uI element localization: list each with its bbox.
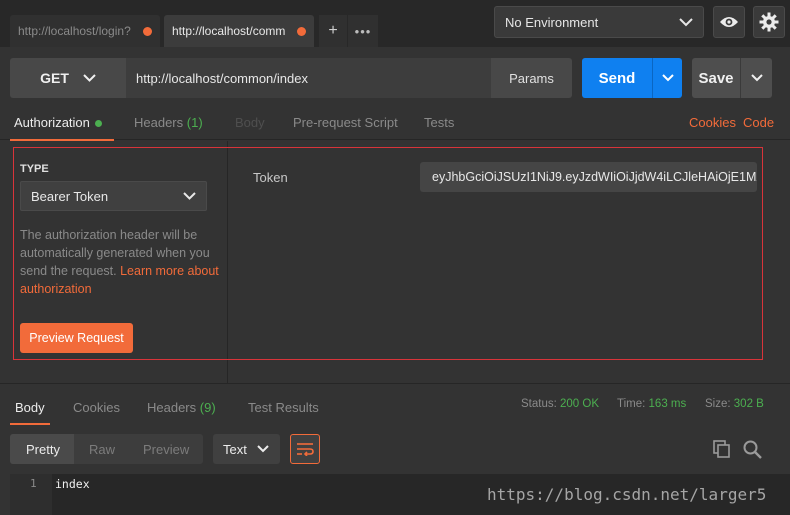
active-tab-indicator [10,423,50,425]
wrap-lines-button[interactable] [290,434,320,464]
code-link[interactable]: Code [743,115,774,130]
chevron-down-icon [257,445,269,453]
time-label: Time: [617,398,646,410]
unsaved-dot-icon [143,26,152,36]
token-label: Token [253,170,288,185]
more-tabs-button[interactable]: ••• [348,15,378,47]
size-value: 302 B [733,398,764,410]
request-tab-login[interactable]: http://localhost/login? [10,15,160,47]
response-headers-count: (9) [199,400,216,415]
response-tab-cookies[interactable]: Cookies [73,400,120,415]
request-tab-label: http://localhost/comm [172,24,286,38]
response-tab-body[interactable]: Body [15,400,45,415]
tab-headers-label: Headers [134,115,184,130]
environment-select-value: No Environment [505,14,599,30]
url-input[interactable]: http://localhost/common/index [126,58,492,98]
send-button[interactable]: Send [582,58,652,98]
new-tab-button[interactable]: + [319,15,347,47]
settings-button[interactable] [753,6,785,38]
tab-authorization-label: Authorization [14,115,90,130]
chevron-down-icon [83,74,96,82]
copy-icon[interactable] [713,440,731,461]
tab-tests[interactable]: Tests [424,115,454,130]
request-tab-common[interactable]: http://localhost/comm [164,15,314,47]
unsaved-dot-icon [297,26,306,36]
response-time: Time: 163 ms [617,398,686,410]
save-button[interactable]: Save [692,58,740,98]
wrap-lines-icon [297,443,314,456]
response-tab-test-results[interactable]: Test Results [248,400,319,415]
watermark: https://blog.csdn.net/larger5 [487,485,767,504]
gear-icon [759,12,779,32]
status-value: 200 OK [560,398,600,410]
auth-description: The authorization header will be automat… [20,226,220,298]
response-body-text: index [55,477,90,491]
preview-request-button[interactable]: Preview Request [20,323,133,353]
token-input[interactable]: eyJhbGciOiJSUzI1NiJ9.eyJzdWIiOiJjdW4iLCJ… [420,162,757,192]
format-raw-button[interactable]: Raw [89,434,115,464]
line-number: 1 [30,477,37,490]
tab-body[interactable]: Body [235,115,265,130]
size-label: Size: [705,398,731,410]
send-options-button[interactable] [652,58,682,98]
request-tab-label: http://localhost/login? [18,24,131,38]
response-status: Status: 200 OK [521,398,599,410]
tab-pre-request-script[interactable]: Pre-request Script [293,115,398,130]
active-dot-icon [94,120,102,128]
search-icon[interactable] [743,440,762,462]
auth-type-value: Bearer Token [31,188,109,204]
status-label: Status: [521,398,557,410]
chevron-down-icon [750,74,763,82]
time-value: 163 ms [648,398,687,410]
environment-select[interactable]: No Environment [494,6,704,38]
chevron-down-icon [661,74,674,82]
response-size: Size: 302 B [705,398,764,410]
response-tab-headers-label: Headers [147,400,197,415]
tab-headers[interactable]: Headers (1) [134,115,203,130]
auth-type-select[interactable]: Bearer Token [20,181,207,211]
save-options-button[interactable] [740,58,772,98]
response-type-value: Text [223,441,247,457]
eye-icon [720,17,738,27]
params-button[interactable]: Params [491,58,572,98]
format-pretty-button[interactable]: Pretty [26,434,60,464]
environment-quick-look-button[interactable] [713,6,745,38]
format-preview-button[interactable]: Preview [143,434,189,464]
cookies-link[interactable]: Cookies [689,115,736,130]
headers-count: (1) [186,115,203,130]
method-select[interactable]: GET [10,58,126,98]
response-divider [0,383,790,384]
chevron-down-icon [679,17,693,26]
auth-type-label: TYPE [20,163,49,175]
tab-authorization[interactable]: Authorization [14,115,102,130]
response-tab-headers[interactable]: Headers (9) [147,400,216,415]
chevron-down-icon [183,192,196,200]
method-value: GET [40,70,69,86]
response-type-select[interactable]: Text [213,434,280,464]
